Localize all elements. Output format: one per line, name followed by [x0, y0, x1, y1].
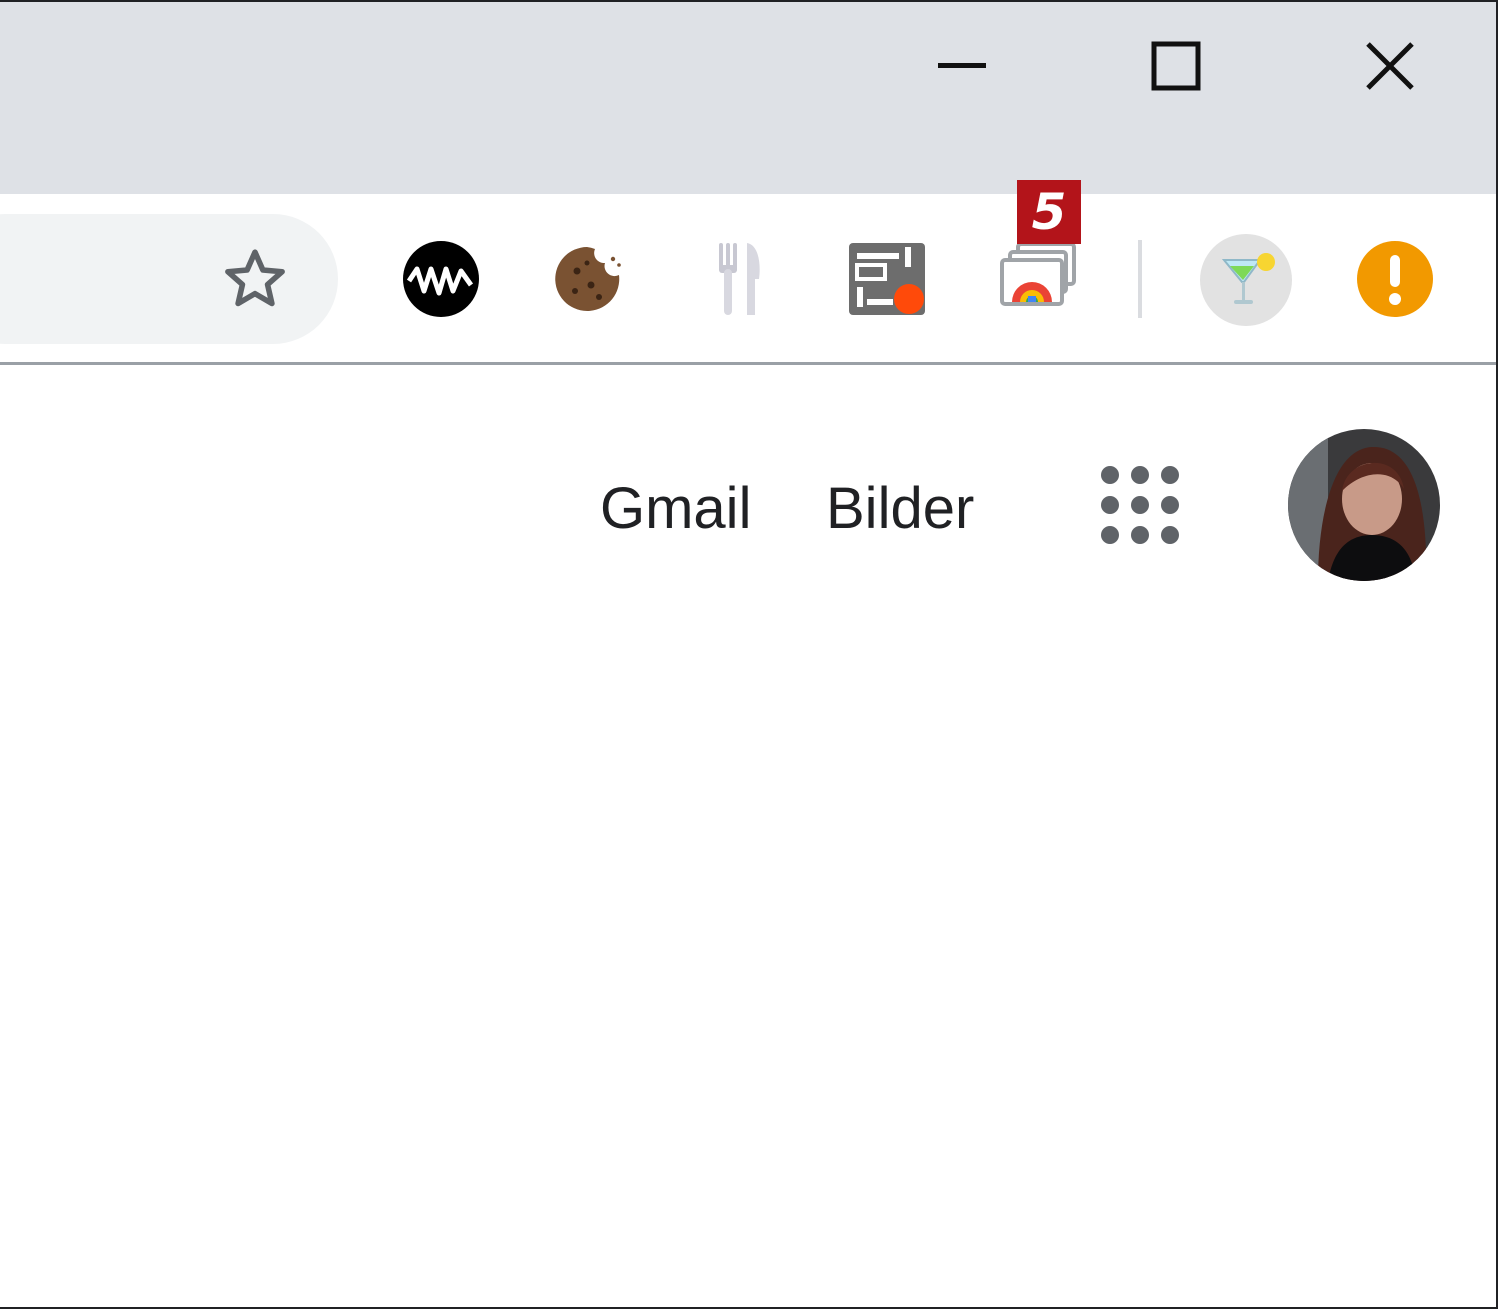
cookie-extension-button[interactable]	[542, 234, 632, 324]
close-icon	[1366, 42, 1414, 90]
apps-grid-icon	[1101, 466, 1179, 544]
images-link[interactable]: Bilder	[826, 469, 974, 549]
warning-extension-button[interactable]	[1350, 234, 1440, 324]
reader-alert-extension-icon	[849, 243, 925, 315]
minimize-button[interactable]	[912, 18, 1012, 114]
cookie-extension-icon	[555, 247, 621, 311]
star-outline-icon	[225, 249, 285, 307]
close-button[interactable]	[1340, 18, 1440, 114]
fork-knife-extension-button[interactable]	[694, 234, 784, 324]
waveform-extension-button[interactable]	[396, 234, 486, 324]
warning-extension-icon	[1357, 241, 1433, 317]
window-stack-extension-button[interactable]	[994, 234, 1084, 324]
profile-avatar[interactable]	[1288, 429, 1440, 581]
reader-alert-extension-button[interactable]	[842, 234, 932, 324]
browser-window: 5 Gmail Bilder	[0, 0, 1498, 1309]
cocktail-extension-button[interactable]	[1200, 234, 1292, 326]
maximize-icon	[1151, 41, 1201, 91]
profile-photo	[1288, 429, 1440, 581]
fork-knife-extension-icon	[719, 243, 760, 315]
minimize-icon	[938, 63, 986, 68]
apps-button[interactable]	[1088, 453, 1192, 557]
toolbar-separator	[1138, 240, 1142, 318]
maximize-button[interactable]	[1126, 18, 1226, 114]
notification-badge: 5	[1017, 180, 1081, 244]
bookmark-button[interactable]	[214, 238, 296, 320]
gmail-link[interactable]: Gmail	[600, 469, 751, 549]
browser-toolbar: 5	[0, 180, 1496, 365]
title-bar	[0, 2, 1496, 194]
cocktail-extension-icon	[1200, 234, 1292, 326]
page-content: Gmail Bilder	[0, 365, 1496, 1307]
waveform-extension-icon	[403, 241, 479, 317]
window-stack-extension-icon	[1000, 242, 1076, 306]
